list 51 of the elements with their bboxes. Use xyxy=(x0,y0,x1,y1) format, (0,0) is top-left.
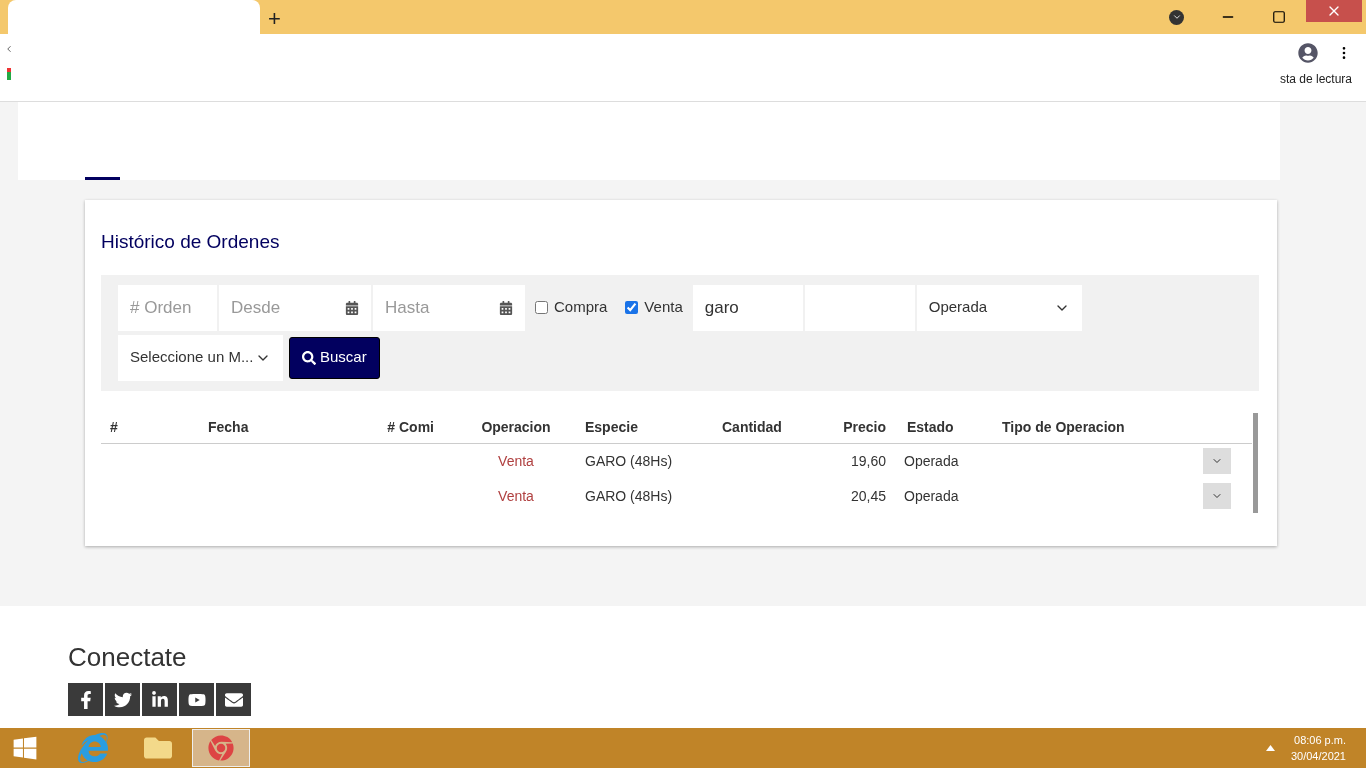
column-header: # xyxy=(109,418,119,437)
table-cell-text: GARO (48Hs) xyxy=(584,451,674,471)
checkbox-label[interactable]: Compra xyxy=(554,296,608,319)
column-header: Cantidad xyxy=(721,418,783,437)
social-icon[interactable] xyxy=(142,683,177,716)
social-icon[interactable] xyxy=(179,683,214,716)
table-cell-text: Venta xyxy=(497,486,535,506)
dropdown-icon[interactable] xyxy=(1169,9,1184,25)
date-field[interactable]: Hasta xyxy=(373,284,525,331)
search-button[interactable]: Buscar xyxy=(289,336,380,379)
clock-date: 30/04/2021 xyxy=(1290,749,1346,764)
text-field[interactable]: # Orden xyxy=(118,284,217,331)
column-header: Tipo de Operacion xyxy=(1001,418,1126,437)
checkbox[interactable] xyxy=(535,301,548,314)
accent-bar xyxy=(85,177,120,180)
table-cell-text: 20,45 xyxy=(849,486,887,506)
tray-arrow-icon[interactable] xyxy=(1265,745,1275,751)
browser-icon xyxy=(208,735,234,761)
maximize-icon[interactable] xyxy=(1272,10,1286,24)
taskbar-app[interactable] xyxy=(192,729,250,767)
checkbox-label[interactable]: Venta xyxy=(644,296,683,319)
checkbox[interactable] xyxy=(625,301,639,314)
calendar-icon xyxy=(345,300,359,315)
calendar-icon xyxy=(499,300,513,315)
reading-list-link[interactable]: sta de lectura xyxy=(1279,70,1352,88)
text-field[interactable]: garo xyxy=(692,284,803,331)
search-icon xyxy=(302,350,316,365)
date-field[interactable]: Desde xyxy=(219,284,371,331)
clock-time: 08:06 p.m. xyxy=(1294,733,1346,748)
email-icon[interactable] xyxy=(216,683,251,716)
column-header: Operacion xyxy=(480,418,552,437)
select-field[interactable]: Seleccione un M... xyxy=(118,334,283,381)
card-title: Histórico de Ordenes xyxy=(101,230,281,254)
back-icon[interactable] xyxy=(4,44,14,54)
column-header: Precio xyxy=(842,418,887,437)
column-header: Fecha xyxy=(207,418,250,437)
social-icon[interactable] xyxy=(105,683,140,716)
table-cell-text: Venta xyxy=(497,451,535,471)
start-icon[interactable] xyxy=(12,735,38,761)
select-field[interactable]: Operada xyxy=(916,284,1082,331)
social-icon[interactable] xyxy=(68,683,103,716)
profile-icon[interactable] xyxy=(1298,43,1318,63)
table-cell-text: Operada xyxy=(903,486,960,506)
new-tab-button[interactable]: + xyxy=(268,8,281,30)
column-header: # Comi xyxy=(386,418,435,437)
table-cell-text: Operada xyxy=(903,451,960,471)
column-header: Especie xyxy=(584,418,639,437)
table-cell-text: GARO (48Hs) xyxy=(584,486,674,506)
footer-title: Conectate xyxy=(68,641,188,674)
column-header: Estado xyxy=(906,418,955,437)
table-cell-text: 19,60 xyxy=(849,451,887,471)
